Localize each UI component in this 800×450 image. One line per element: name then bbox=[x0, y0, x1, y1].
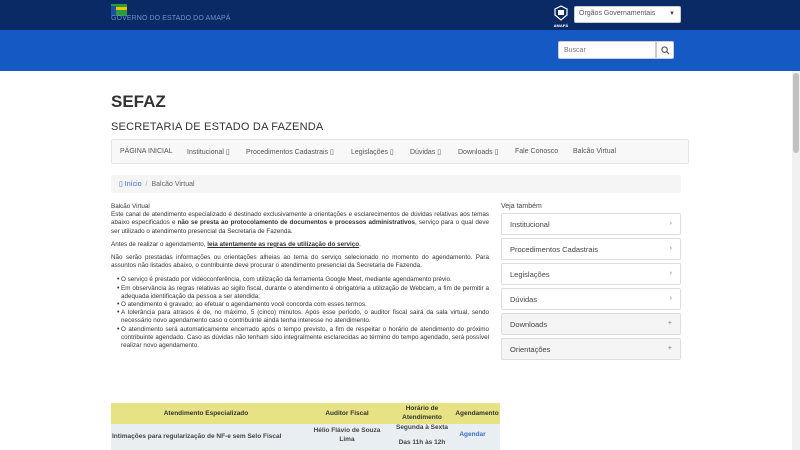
table-row: Intimações para regularização de NF-e se… bbox=[111, 424, 500, 450]
main-content: Balcão Virtual Este canal de atendimento… bbox=[111, 203, 489, 350]
sidebar-item-label: Procedimentos Cadastrais bbox=[510, 245, 598, 254]
sidebar-item-procedimentos[interactable]: Procedimentos Cadastrais › bbox=[501, 238, 681, 260]
row-auditor-a: Hélio Flávio de Souza bbox=[313, 427, 381, 434]
row-hours-a: Segunda à Sexta bbox=[395, 424, 449, 431]
chevron-right-icon: › bbox=[669, 245, 672, 252]
scrollbar-thumb[interactable] bbox=[793, 73, 799, 153]
schedule-link[interactable]: Agendar bbox=[445, 431, 500, 438]
row-topic: Intimações para regularização de NF-e se… bbox=[112, 433, 282, 440]
search-icon bbox=[661, 46, 670, 55]
list-item: O serviço é prestado por videoconferênci… bbox=[111, 276, 489, 284]
chevron-right-icon: › bbox=[669, 220, 672, 227]
content-heading: Balcão Virtual bbox=[111, 203, 150, 210]
amapa-seal-label: AMAPÁ bbox=[553, 23, 569, 28]
rules-text-a: Antes de realizar o agendamento, bbox=[111, 240, 208, 248]
sidebar-item-label: Downloads bbox=[510, 320, 548, 329]
intro-paragraph: Este canal de atendimento especializado … bbox=[111, 211, 489, 236]
sidebar-item-legislacoes[interactable]: Legislações › bbox=[501, 263, 681, 285]
nav-item-balcao-virtual[interactable]: Balcão Virtual bbox=[573, 148, 616, 155]
rules-link[interactable]: leia atentamente as regras de utilização… bbox=[207, 241, 359, 248]
list-item: Em observância às regras relativas ao si… bbox=[111, 285, 489, 301]
col-header-schedule: Agendamento bbox=[455, 410, 499, 417]
rules-text-c: . bbox=[359, 240, 361, 248]
nav-item-home[interactable]: PÁGINA INICIAL bbox=[120, 148, 173, 155]
nav-item-downloads[interactable]: Downloads ▯ bbox=[458, 148, 498, 156]
list-item: O atendimento é gravado; ao efetuar o ag… bbox=[111, 301, 489, 309]
sidebar-item-label: Orientações bbox=[510, 345, 551, 354]
col-header-service: Atendimento Especializado bbox=[163, 410, 249, 417]
sidebar-title: Veja também bbox=[501, 203, 542, 210]
header-band bbox=[0, 30, 800, 71]
amapa-seal-icon: AMAPÁ bbox=[552, 5, 570, 28]
rules-paragraph: Antes de realizar o agendamento, leia at… bbox=[111, 241, 489, 249]
orgaos-dropdown-label: Órgãos Governamentais bbox=[579, 10, 656, 17]
sidebar-item-downloads[interactable]: Downloads + bbox=[501, 313, 681, 335]
government-name[interactable]: GOVERNO DO ESTADO DO AMAPÁ bbox=[111, 15, 231, 22]
sidebar-item-duvidas[interactable]: Dúvidas › bbox=[501, 288, 681, 310]
list-item: A tolerância para atrasos é de, no máxim… bbox=[111, 309, 489, 325]
sidebar-item-label: Legislações bbox=[510, 270, 550, 279]
page-subtitle: SECRETARIA DE ESTADO DA FAZENDA bbox=[111, 121, 324, 133]
breadcrumb-current: Balcão Virtual bbox=[151, 181, 195, 188]
plus-icon: + bbox=[667, 320, 672, 327]
chevron-right-icon: › bbox=[669, 295, 672, 302]
search-input[interactable] bbox=[558, 41, 656, 59]
nav-item-procedimentos[interactable]: Procedimentos Cadastrais ▯ bbox=[246, 148, 334, 156]
rules-list: O serviço é prestado por videoconferênci… bbox=[111, 276, 489, 350]
sidebar-item-label: Institucional bbox=[510, 220, 550, 229]
row-auditor-b: Lima bbox=[339, 436, 355, 443]
breadcrumb-home[interactable]: ▯ Início bbox=[119, 181, 142, 188]
sidebar-item-orientacoes[interactable]: Orientações + bbox=[501, 338, 681, 360]
sidebar-item-institucional[interactable]: Institucional › bbox=[501, 213, 681, 235]
nav-item-institucional[interactable]: Institucional ▯ bbox=[187, 148, 230, 156]
col-header-hours-a: Horário de bbox=[405, 405, 439, 412]
list-item: O atendimento será automaticamente encer… bbox=[111, 326, 489, 351]
row-hours-b: Das 11h às 12h bbox=[398, 439, 446, 446]
page-title: SEFAZ bbox=[111, 92, 166, 111]
scope-paragraph: Não serão prestadas informações ou orien… bbox=[111, 254, 489, 270]
search-button[interactable] bbox=[656, 41, 674, 59]
main-nav: PÁGINA INICIAL Institucional ▯ Procedime… bbox=[111, 139, 689, 164]
breadcrumb: ▯ Início / Balcão Virtual bbox=[111, 175, 681, 193]
table-header: Atendimento Especializado Auditor Fiscal… bbox=[111, 403, 500, 424]
col-header-auditor: Auditor Fiscal bbox=[325, 410, 369, 417]
sidebar-item-label: Dúvidas bbox=[510, 295, 538, 304]
nav-item-fale-conosco[interactable]: Fale Conosco bbox=[515, 148, 558, 155]
nav-item-duvidas[interactable]: Dúvidas ▯ bbox=[410, 148, 441, 156]
plus-icon: + bbox=[667, 345, 672, 352]
chevron-down-icon: ▼ bbox=[669, 11, 675, 17]
page-scrollbar[interactable] bbox=[792, 71, 800, 450]
col-header-hours-b: Atendimento bbox=[402, 414, 442, 421]
intro-text-bold: não se presta ao protocolamento de docum… bbox=[177, 219, 416, 227]
orgaos-dropdown[interactable]: Órgãos Governamentais ▼ bbox=[574, 6, 681, 23]
chevron-right-icon: › bbox=[669, 270, 672, 277]
nav-item-legislacoes[interactable]: Legislações ▯ bbox=[351, 148, 394, 156]
breadcrumb-separator: / bbox=[145, 181, 148, 188]
